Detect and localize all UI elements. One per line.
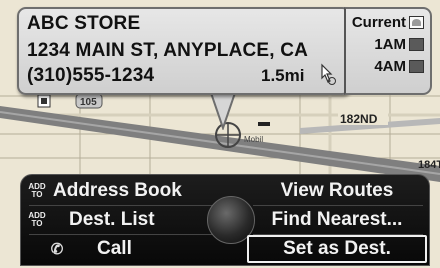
street-label: 182ND [340,112,378,126]
call-label: Call [97,238,132,259]
highway-shield-icon: 105 [75,93,103,109]
weather-forecast-icon [409,38,424,51]
view-routes-button[interactable]: View Routes [247,177,427,205]
call-button[interactable]: ✆ Call [25,235,225,263]
set-as-dest-label: Set as Dest. [283,238,391,259]
find-nearest-label: Find Nearest... [271,209,403,230]
destination-phone: (310)555-1234 [27,65,155,86]
traffic-row-4am: 4AM [374,58,424,75]
add-to-icon: ADD TO [28,182,46,199]
find-nearest-button[interactable]: Find Nearest... [247,206,427,234]
traffic-row-label: 1AM [374,36,406,53]
traffic-row-label: Current [351,14,406,31]
add-to-icon: ADD TO [28,211,46,228]
traffic-weather-panel: Current 1AM 4AM [344,7,432,95]
add-to-dest-list-button[interactable]: ADD TO Dest. List [25,206,225,234]
poi-icon [37,94,51,108]
view-routes-label: View Routes [280,180,394,201]
dest-list-label: Dest. List [69,209,155,230]
weather-forecast-icon [409,60,424,73]
traffic-row-current: Current [352,14,424,31]
destination-menu: ADD TO Address Book ADD TO Dest. List ✆ Ca… [20,174,430,266]
set-as-dest-button[interactable]: Set as Dest. [247,235,427,263]
phone-icon: ✆ [50,241,64,258]
destination-address: 1234 MAIN ST, ANYPLACE, CA [27,40,309,61]
weather-current-icon [409,16,424,29]
poi-label: Mobil [244,135,263,144]
street-label-2: 184T [418,159,440,171]
touch-pointer-icon [321,63,336,85]
destination-name: ABC STORE [27,13,141,34]
add-to-address-book-button[interactable]: ADD TO Address Book [25,177,225,205]
destination-distance: 1.5mi [261,66,305,85]
navigation-screen: 182ND 184T 105 Mobil ABC STORE 1234 MAIN… [0,0,440,268]
address-book-label: Address Book [53,180,182,201]
callout-pointer [208,90,238,130]
destination-callout[interactable]: ABC STORE 1234 MAIN ST, ANYPLACE, CA (31… [17,7,351,95]
traffic-row-label: 4AM [374,58,406,75]
traffic-row-1am: 1AM [374,36,424,53]
highway-number: 105 [80,97,97,108]
